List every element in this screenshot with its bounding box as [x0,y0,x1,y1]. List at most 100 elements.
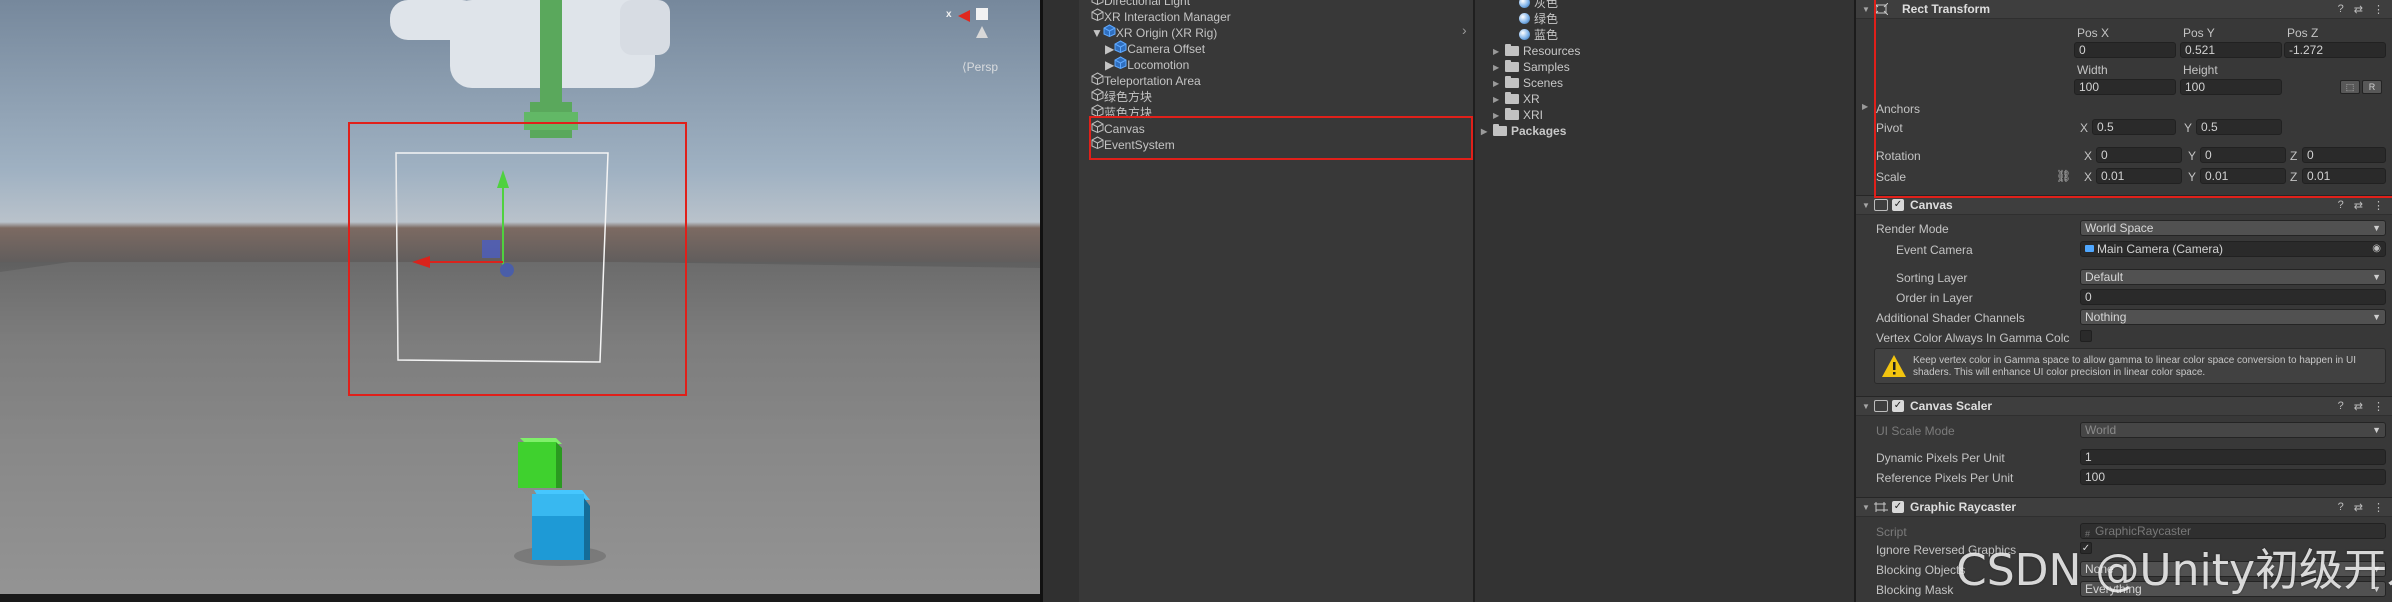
fold-arrow-icon[interactable]: ▼ [1862,503,1874,512]
dynamic-pixels-field[interactable]: 1 [2080,449,2386,465]
collapsed-arrow-icon[interactable]: ▶ [1493,63,1505,72]
gameobject-cube-icon [1091,8,1104,22]
canvas-title: Canvas [1910,198,1953,212]
order-in-layer-field[interactable]: 0 [2080,289,2386,305]
render-mode-dropdown[interactable]: World Space ▼ [2080,220,2386,236]
canvas-enabled-checkbox[interactable]: ✓ [1892,199,1904,211]
persp-toggle[interactable]: ⟨Persp [962,60,998,74]
menu-icon[interactable]: ⋮ [2373,501,2384,514]
graphic-raycaster-enabled-checkbox[interactable]: ✓ [1892,501,1904,513]
green-cube[interactable] [518,438,562,488]
material-sphere-icon [1519,0,1530,8]
canvas-scaler-enabled-checkbox[interactable]: ✓ [1892,400,1904,412]
gameobject-cube-icon [1091,88,1104,102]
expanded-arrow-icon[interactable]: ▼ [1091,26,1103,40]
folder-icon [1505,60,1519,72]
fold-arrow-icon[interactable]: ▼ [1862,201,1874,210]
packages-label: Packages [1511,124,1567,138]
hierarchy-item-label: XR Interaction Manager [1104,10,1231,24]
hierarchy-item[interactable]: 绿色方块 [1091,88,1473,105]
gameobject-cube-icon [1091,72,1104,86]
collapsed-arrow-icon[interactable]: ▶ [1493,111,1505,120]
rect-transform-highlight [1874,0,2392,198]
hierarchy-item[interactable]: ▼ XR Origin (XR Rig) [1091,24,1473,40]
help-icon[interactable]: ? [2338,501,2344,514]
ui-scale-mode-value: World [2085,423,2117,437]
collapsed-arrow-icon[interactable]: ▶ [1493,79,1505,88]
event-camera-field[interactable]: Main Camera (Camera) ◉ [2080,241,2386,257]
project-item-label: 蓝色 [1534,27,1559,42]
project-folder-item[interactable]: ▶ Samples [1493,59,1570,75]
fold-arrow-icon[interactable]: ▼ [1862,402,1874,411]
gamma-warning-text: Keep vertex color in Gamma space to allo… [1913,355,2357,378]
collapsed-arrow-icon[interactable]: ▶ [1493,95,1505,104]
event-camera-label: Event Camera [1896,243,1973,257]
project-item-label: Resources [1523,44,1581,58]
material-sphere-icon [1519,28,1530,40]
menu-icon[interactable]: ⋮ [2373,199,2384,212]
gizmo-x-label: x [946,9,952,20]
canvas-scaler-title: Canvas Scaler [1910,399,1993,413]
dynamic-pixels-label: Dynamic Pixels Per Unit [1876,451,2005,465]
project-folder-item[interactable]: ▶ XR [1493,91,1540,107]
blocking-objects-label: Blocking Objects [1876,563,1966,577]
presets-icon[interactable]: ⇄ [2354,199,2363,212]
ui-scale-mode-label: UI Scale Mode [1876,424,1955,438]
chevron-down-icon: ▼ [2372,223,2381,233]
shader-channels-dropdown[interactable]: Nothing ▼ [2080,309,2386,325]
project-material-item[interactable]: 绿色 [1519,10,1558,26]
hierarchy-item-label: XR Origin (XR Rig) [1115,26,1218,40]
orientation-gizmo[interactable] [958,8,988,38]
anchors-fold-icon[interactable]: ▶ [1862,102,1868,111]
project-folder-item[interactable]: ▶ XRI [1493,107,1543,123]
render-mode-value: World Space [2085,221,2154,235]
hierarchy-item[interactable]: Teleportation Area [1091,72,1473,88]
project-item-label: XR [1523,92,1540,106]
presets-icon[interactable]: ⇄ [2354,501,2363,514]
scene-status-strip [0,594,1040,602]
gamma-warning-box: Keep vertex color in Gamma space to allo… [1874,348,2386,384]
gameobject-cube-icon [1114,56,1127,70]
fold-arrow-icon[interactable]: ▼ [1862,5,1874,14]
project-folder-item[interactable]: ▶ Resources [1493,43,1580,59]
vertex-color-checkbox[interactable] [2080,330,2092,342]
folder-icon [1505,44,1519,56]
graphic-raycaster-header[interactable]: ▼ ✓ Graphic Raycaster ? ⇄ ⋮ [1856,497,2392,517]
chevron-down-icon: ▼ [2372,425,2381,435]
blocking-mask-label: Blocking Mask [1876,583,1954,597]
object-picker-icon[interactable]: ◉ [2372,242,2381,256]
reference-pixels-field[interactable]: 100 [2080,469,2386,485]
vertex-color-label: Vertex Color Always In Gamma Colc [1876,331,2070,345]
gameobject-cube-icon [1091,0,1104,6]
canvas-header[interactable]: ▼ ✓ Canvas ? ⇄ ⋮ [1856,195,2392,215]
canvas-scaler-icon [1874,400,1888,412]
folder-icon [1505,92,1519,104]
folder-icon [1505,108,1519,120]
project-material-item[interactable]: 灰色 [1519,0,1558,10]
canvas-scaler-header[interactable]: ▼ ✓ Canvas Scaler ? ⇄ ⋮ [1856,396,2392,416]
graphic-raycaster-title: Graphic Raycaster [1910,500,2017,514]
presets-icon[interactable]: ⇄ [2354,400,2363,413]
hierarchy-item-label: Teleportation Area [1104,74,1201,88]
hierarchy-item[interactable]: ▶ Camera Offset [1105,40,1473,56]
menu-icon[interactable]: ⋮ [2373,400,2384,413]
hierarchy-item[interactable]: ▶ Locomotion [1105,56,1473,72]
help-icon[interactable]: ? [2338,199,2344,212]
folder-icon [1505,76,1519,88]
chevron-right-icon[interactable]: › [1462,22,1467,38]
hierarchy-item[interactable]: Directional Light [1091,0,1473,8]
collapsed-arrow-icon[interactable]: ▶ [1493,47,1505,56]
order-in-layer-label: Order in Layer [1896,291,1973,305]
camera-gizmo[interactable] [390,0,670,88]
collapsed-arrow-icon[interactable]: ▶ [1105,42,1114,56]
sorting-layer-dropdown[interactable]: Default ▼ [2080,269,2386,285]
help-icon[interactable]: ? [2338,400,2344,413]
folder-icon [1493,124,1507,136]
collapsed-arrow-icon[interactable]: ▶ [1481,127,1493,136]
project-folder-item[interactable]: ▶ Scenes [1493,75,1563,91]
project-material-item[interactable]: 蓝色 [1519,26,1558,42]
render-mode-label: Render Mode [1876,222,1949,236]
collapsed-arrow-icon[interactable]: ▶ [1105,58,1114,72]
project-packages-item[interactable]: ▶ Packages [1481,123,1566,139]
hierarchy-item[interactable]: XR Interaction Manager [1091,8,1473,24]
